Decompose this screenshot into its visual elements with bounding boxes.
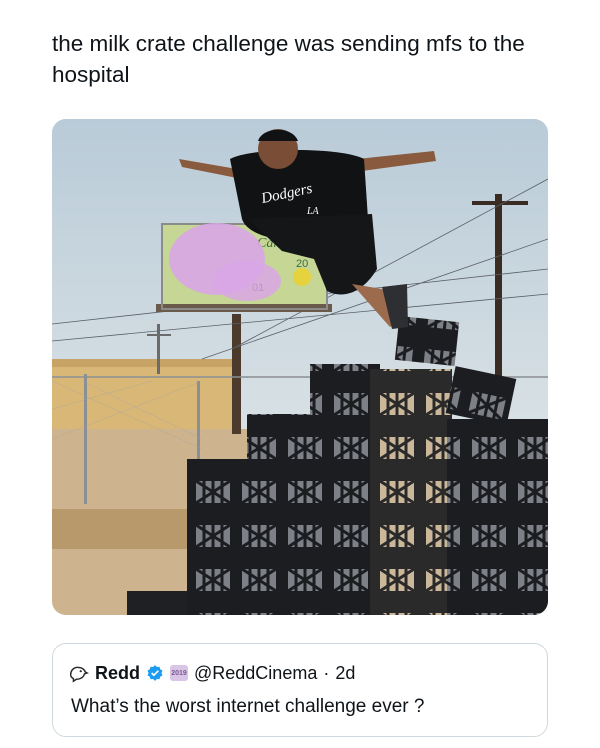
quoted-author-name[interactable]: Redd <box>95 663 140 684</box>
post-image[interactable]: Can 20 01 <box>52 119 548 615</box>
separator-dot: · <box>323 662 330 683</box>
milk-crate-photo: Can 20 01 <box>52 119 548 615</box>
quoted-timestamp[interactable]: 2d <box>335 663 355 684</box>
quoted-post[interactable]: Redd 2019 @ReddCinema · 2d What’s the wors… <box>52 643 548 737</box>
verified-badge-icon <box>146 664 164 682</box>
shirt-sub-logo: LA <box>306 206 320 217</box>
post-text: the milk crate challenge was sending mfs… <box>52 31 525 87</box>
bird-outline-icon[interactable] <box>67 662 89 684</box>
quoted-post-text: What’s the worst internet challenge ever… <box>71 696 425 717</box>
quoted-author-handle[interactable]: @ReddCinema <box>194 663 317 684</box>
affiliate-badge-icon: 2019 <box>170 665 188 681</box>
quoted-post-header: Redd 2019 @ReddCinema · 2d <box>67 660 355 686</box>
